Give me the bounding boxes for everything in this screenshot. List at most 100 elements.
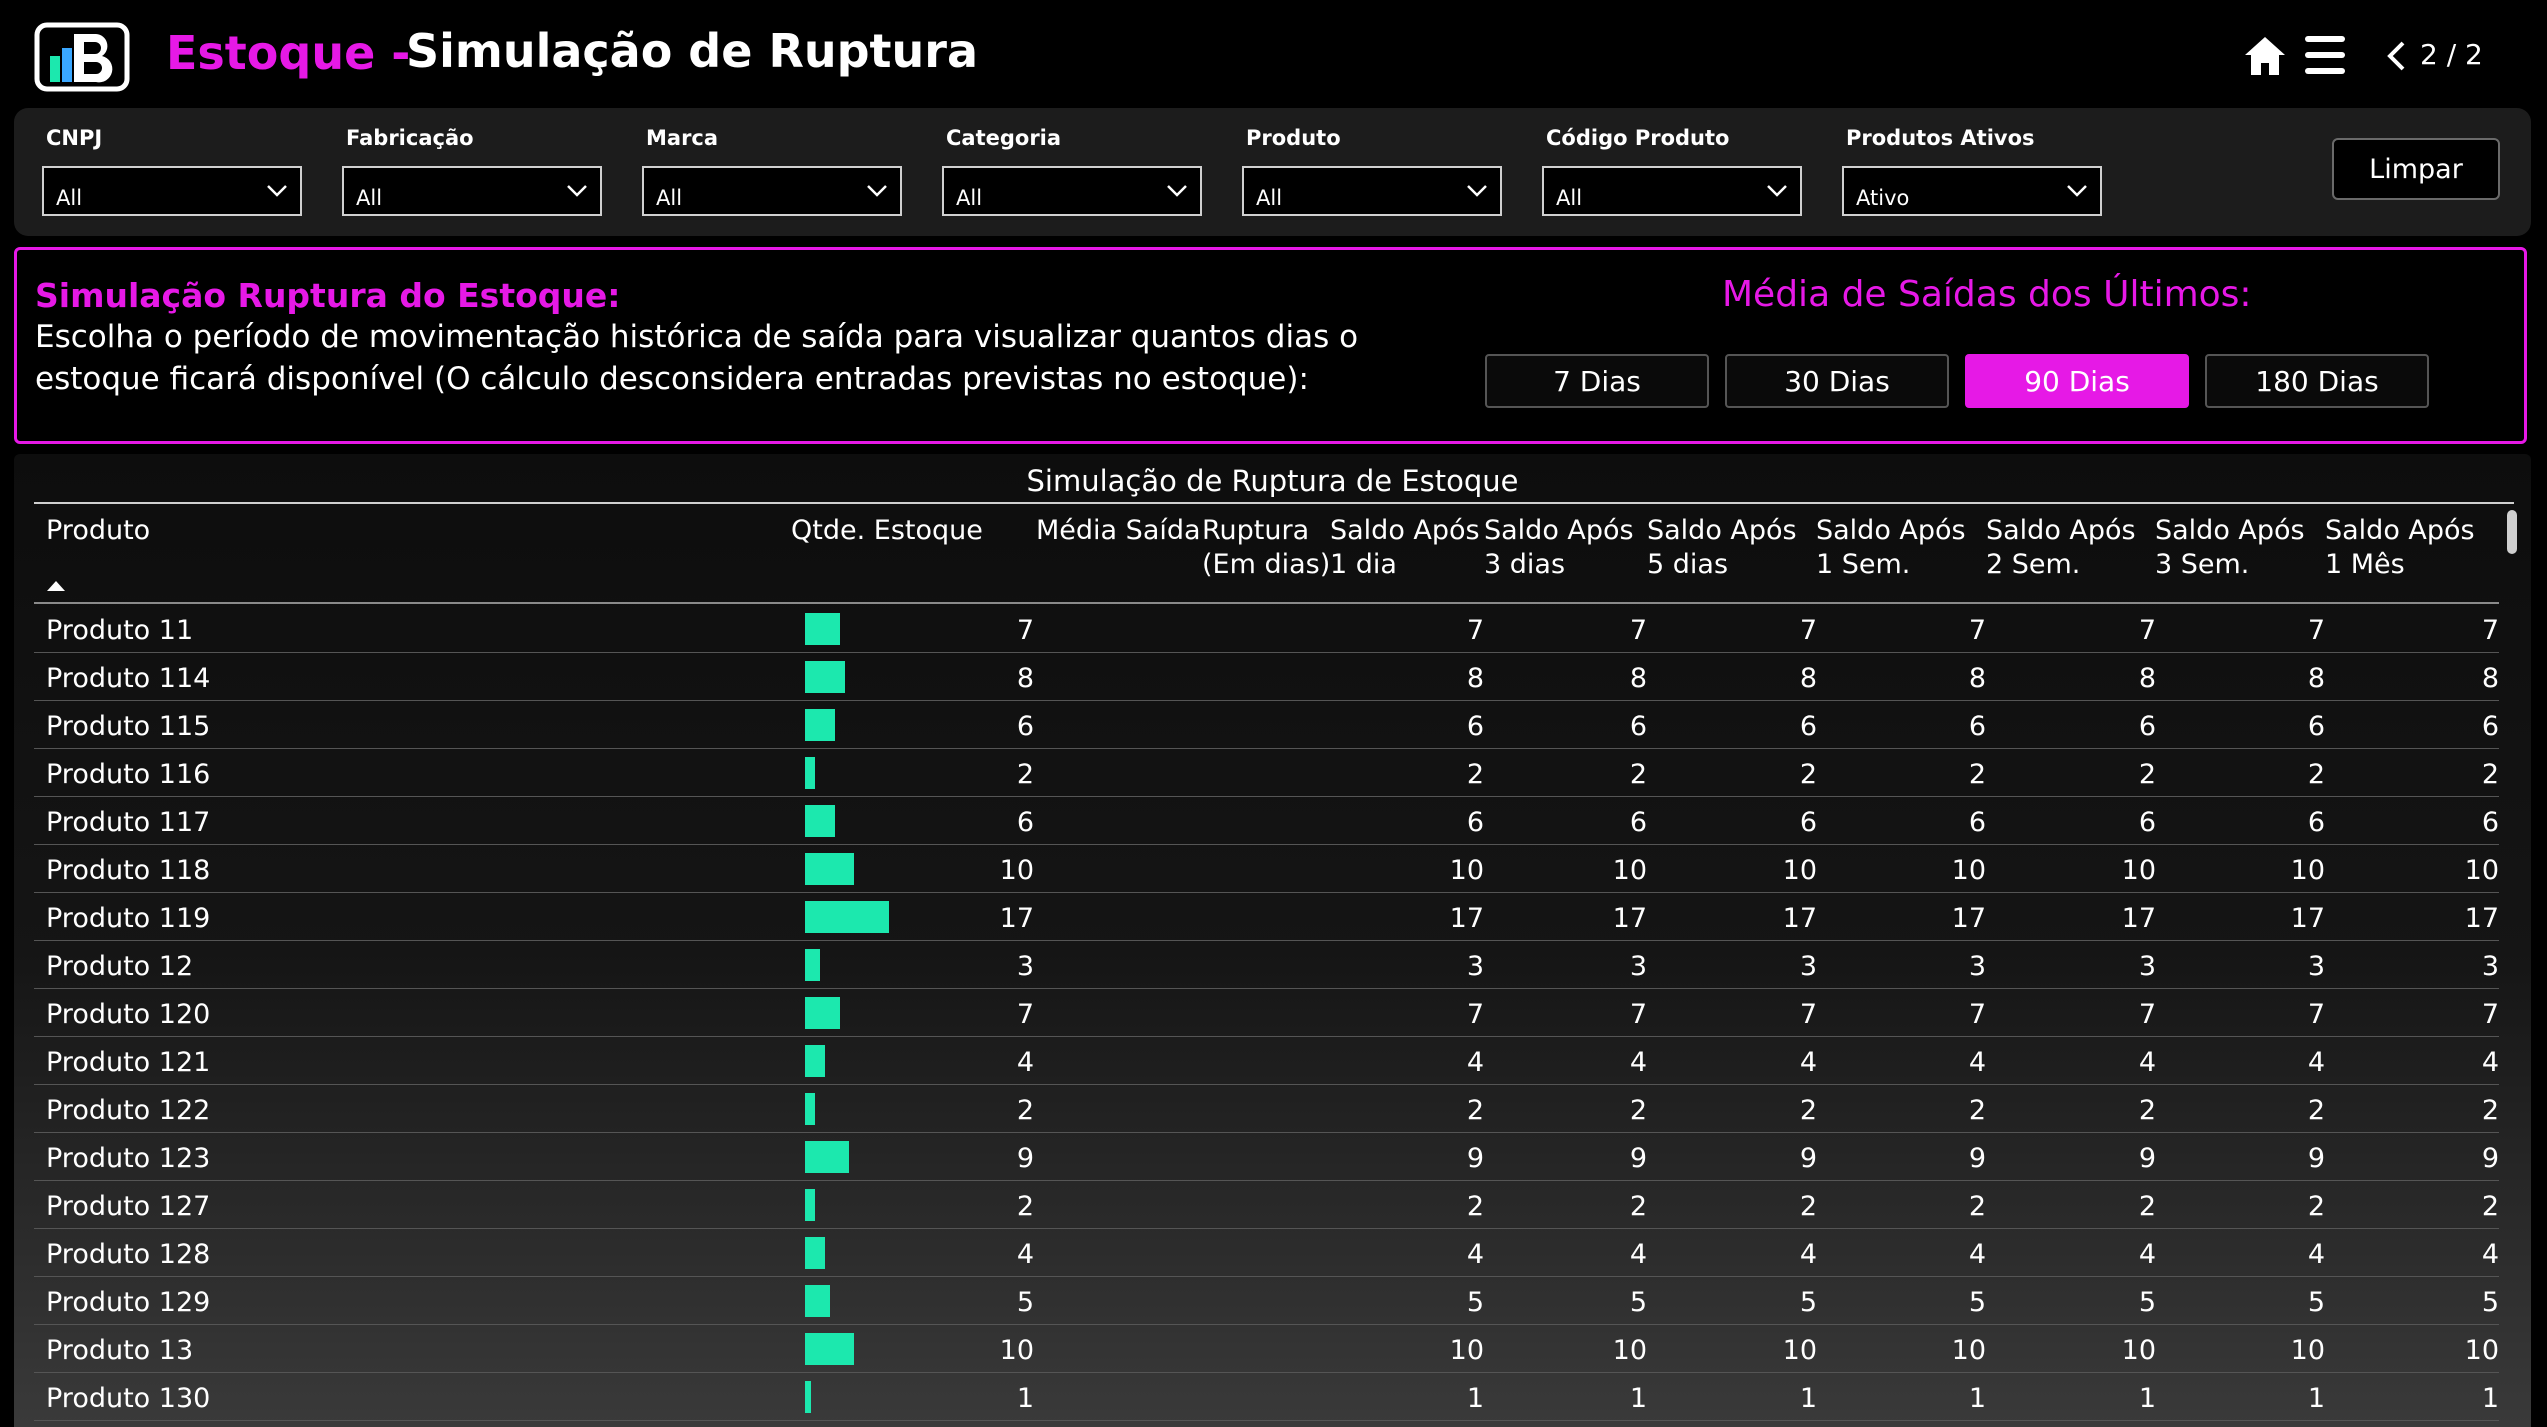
menu-icon[interactable] bbox=[2303, 34, 2347, 76]
cell-saldo: 5 bbox=[1466, 1287, 1484, 1318]
cell-saldo: 7 bbox=[1968, 999, 1986, 1030]
table-row[interactable]: Produto 11 7 7 7 7 7 7 7 7 bbox=[34, 605, 2499, 653]
cell-qtde-estoque: 4 bbox=[1016, 1047, 1034, 1078]
period-90-dias-button[interactable]: 90 Dias bbox=[1965, 354, 2189, 408]
filter-codigo-produto-dropdown[interactable]: All bbox=[1542, 166, 1802, 216]
cell-saldo: 2 bbox=[1629, 759, 1647, 790]
column-header-produto[interactable]: Produto bbox=[46, 514, 150, 548]
cell-produto: Produto 115 bbox=[46, 711, 211, 742]
column-header-qtde-estoque[interactable]: Qtde. Estoque bbox=[791, 514, 983, 548]
sort-up-icon[interactable] bbox=[46, 580, 66, 592]
table-title: Simulação de Ruptura de Estoque bbox=[1026, 464, 1519, 498]
cell-qtde-estoque: 5 bbox=[1016, 1287, 1034, 1318]
cell-saldo: 17 bbox=[2121, 903, 2156, 934]
table-row[interactable]: Produto 119 17 17 17 17 17 17 17 17 bbox=[34, 893, 2499, 941]
cell-saldo: 6 bbox=[1799, 807, 1817, 838]
cell-qtde-estoque: 7 bbox=[1016, 615, 1034, 646]
scrollbar-thumb[interactable] bbox=[2507, 510, 2517, 554]
column-header-saldo-1-mes[interactable]: Saldo Após 1 Mês bbox=[2325, 514, 2475, 582]
column-header-media-saida[interactable]: Média Saída bbox=[1036, 514, 1201, 548]
cell-saldo: 4 bbox=[1466, 1239, 1484, 1270]
filter-cnpj: CNPJ All bbox=[42, 126, 302, 216]
cell-saldo: 3 bbox=[1968, 951, 1986, 982]
chevron-down-icon bbox=[1467, 185, 1487, 197]
cell-saldo: 17 bbox=[1449, 903, 1484, 934]
divider bbox=[34, 602, 2499, 604]
cell-saldo: 2 bbox=[2138, 759, 2156, 790]
filter-fabricacao-dropdown[interactable]: All bbox=[342, 166, 602, 216]
column-header-saldo-1-sem[interactable]: Saldo Após 1 Sem. bbox=[1816, 514, 1966, 582]
filter-cnpj-dropdown[interactable]: All bbox=[42, 166, 302, 216]
column-header-saldo-1-dia[interactable]: Saldo Após 1 dia bbox=[1330, 514, 1480, 582]
cell-saldo: 4 bbox=[1968, 1047, 1986, 1078]
table-row[interactable]: Produto 122 2 2 2 2 2 2 2 2 bbox=[34, 1085, 2499, 1133]
table-row[interactable]: Produto 129 5 5 5 5 5 5 5 5 bbox=[34, 1277, 2499, 1325]
period-180-dias-button[interactable]: 180 Dias bbox=[2205, 354, 2429, 408]
column-header-ruptura[interactable]: Ruptura (Em dias) bbox=[1202, 514, 1330, 582]
cell-saldo: 7 bbox=[1799, 615, 1817, 646]
cell-saldo: 1 bbox=[1466, 1383, 1484, 1414]
cell-saldo: 2 bbox=[1799, 759, 1817, 790]
table-row[interactable]: Produto 116 2 2 2 2 2 2 2 2 bbox=[34, 749, 2499, 797]
cell-qtde-estoque: 10 bbox=[999, 1335, 1034, 1366]
stock-bar bbox=[805, 853, 854, 885]
table-row[interactable]: Produto 120 7 7 7 7 7 7 7 7 bbox=[34, 989, 2499, 1037]
stock-bar bbox=[805, 757, 815, 789]
simulation-title: Simulação Ruptura do Estoque: bbox=[35, 276, 621, 315]
cell-saldo: 3 bbox=[2481, 951, 2499, 982]
filter-label: Código Produto bbox=[1546, 126, 1730, 150]
filter-fabricacao: Fabricação All bbox=[342, 126, 602, 216]
cell-saldo: 6 bbox=[1466, 711, 1484, 742]
column-header-saldo-3-dias[interactable]: Saldo Após 3 dias bbox=[1484, 514, 1634, 582]
cell-saldo: 7 bbox=[2307, 615, 2325, 646]
cell-saldo: 2 bbox=[1629, 1095, 1647, 1126]
table-row[interactable]: Produto 115 6 6 6 6 6 6 6 6 bbox=[34, 701, 2499, 749]
table-row[interactable]: Produto 114 8 8 8 8 8 8 8 8 bbox=[34, 653, 2499, 701]
cell-saldo: 6 bbox=[1629, 711, 1647, 742]
stock-bar bbox=[805, 1237, 825, 1269]
table-row[interactable]: Produto 121 4 4 4 4 4 4 4 4 bbox=[34, 1037, 2499, 1085]
cell-saldo: 8 bbox=[1968, 663, 1986, 694]
cell-saldo: 10 bbox=[1449, 1335, 1484, 1366]
filter-produtos-ativos-dropdown[interactable]: Ativo bbox=[1842, 166, 2102, 216]
filter-produto-dropdown[interactable]: All bbox=[1242, 166, 1502, 216]
table-row[interactable]: Produto 127 2 2 2 2 2 2 2 2 bbox=[34, 1181, 2499, 1229]
filter-categoria-dropdown[interactable]: All bbox=[942, 166, 1202, 216]
cell-saldo: 4 bbox=[1799, 1239, 1817, 1270]
cell-saldo: 1 bbox=[2138, 1383, 2156, 1414]
table-row[interactable]: Produto 123 9 9 9 9 9 9 9 9 bbox=[34, 1133, 2499, 1181]
cell-saldo: 2 bbox=[1466, 1095, 1484, 1126]
logo-b-icon bbox=[34, 22, 130, 92]
filter-label: CNPJ bbox=[46, 126, 103, 150]
table-row[interactable]: Produto 13 10 10 10 10 10 10 10 10 bbox=[34, 1325, 2499, 1373]
cell-saldo: 2 bbox=[1466, 1191, 1484, 1222]
table-row[interactable]: Produto 12 3 3 3 3 3 3 3 3 bbox=[34, 941, 2499, 989]
column-header-line: Saldo Após bbox=[1986, 515, 2136, 546]
filter-label: Fabricação bbox=[346, 126, 474, 150]
column-header-saldo-2-sem[interactable]: Saldo Após 2 Sem. bbox=[1986, 514, 2136, 582]
home-icon[interactable] bbox=[2243, 34, 2287, 78]
table-row[interactable]: Produto 118 10 10 10 10 10 10 10 10 bbox=[34, 845, 2499, 893]
table-row[interactable]: Produto 128 4 4 4 4 4 4 4 4 bbox=[34, 1229, 2499, 1277]
column-header-saldo-3-sem[interactable]: Saldo Após 3 Sem. bbox=[2155, 514, 2305, 582]
period-30-dias-button[interactable]: 30 Dias bbox=[1725, 354, 1949, 408]
period-7-dias-button[interactable]: 7 Dias bbox=[1485, 354, 1709, 408]
table-row[interactable]: Produto 117 6 6 6 6 6 6 6 6 bbox=[34, 797, 2499, 845]
cell-qtde-estoque: 6 bbox=[1016, 711, 1034, 742]
cell-saldo: 6 bbox=[1799, 711, 1817, 742]
cell-saldo: 8 bbox=[1466, 663, 1484, 694]
cell-saldo: 4 bbox=[1799, 1047, 1817, 1078]
cell-saldo: 9 bbox=[1799, 1143, 1817, 1174]
column-header-saldo-5-dias[interactable]: Saldo Após 5 dias bbox=[1647, 514, 1797, 582]
cell-saldo: 10 bbox=[1782, 1335, 1817, 1366]
stock-bar bbox=[805, 1381, 811, 1413]
column-header-line: Saldo Após bbox=[1816, 515, 1966, 546]
cell-produto: Produto 127 bbox=[46, 1191, 211, 1222]
table-row[interactable]: Produto 130 1 1 1 1 1 1 1 1 bbox=[34, 1373, 2499, 1421]
chevron-left-icon[interactable] bbox=[2385, 40, 2407, 72]
cell-saldo: 2 bbox=[1968, 1191, 1986, 1222]
filter-marca-dropdown[interactable]: All bbox=[642, 166, 902, 216]
cell-saldo: 9 bbox=[2481, 1143, 2499, 1174]
cell-produto: Produto 119 bbox=[46, 903, 211, 934]
clear-filters-button[interactable]: Limpar bbox=[2332, 138, 2500, 200]
